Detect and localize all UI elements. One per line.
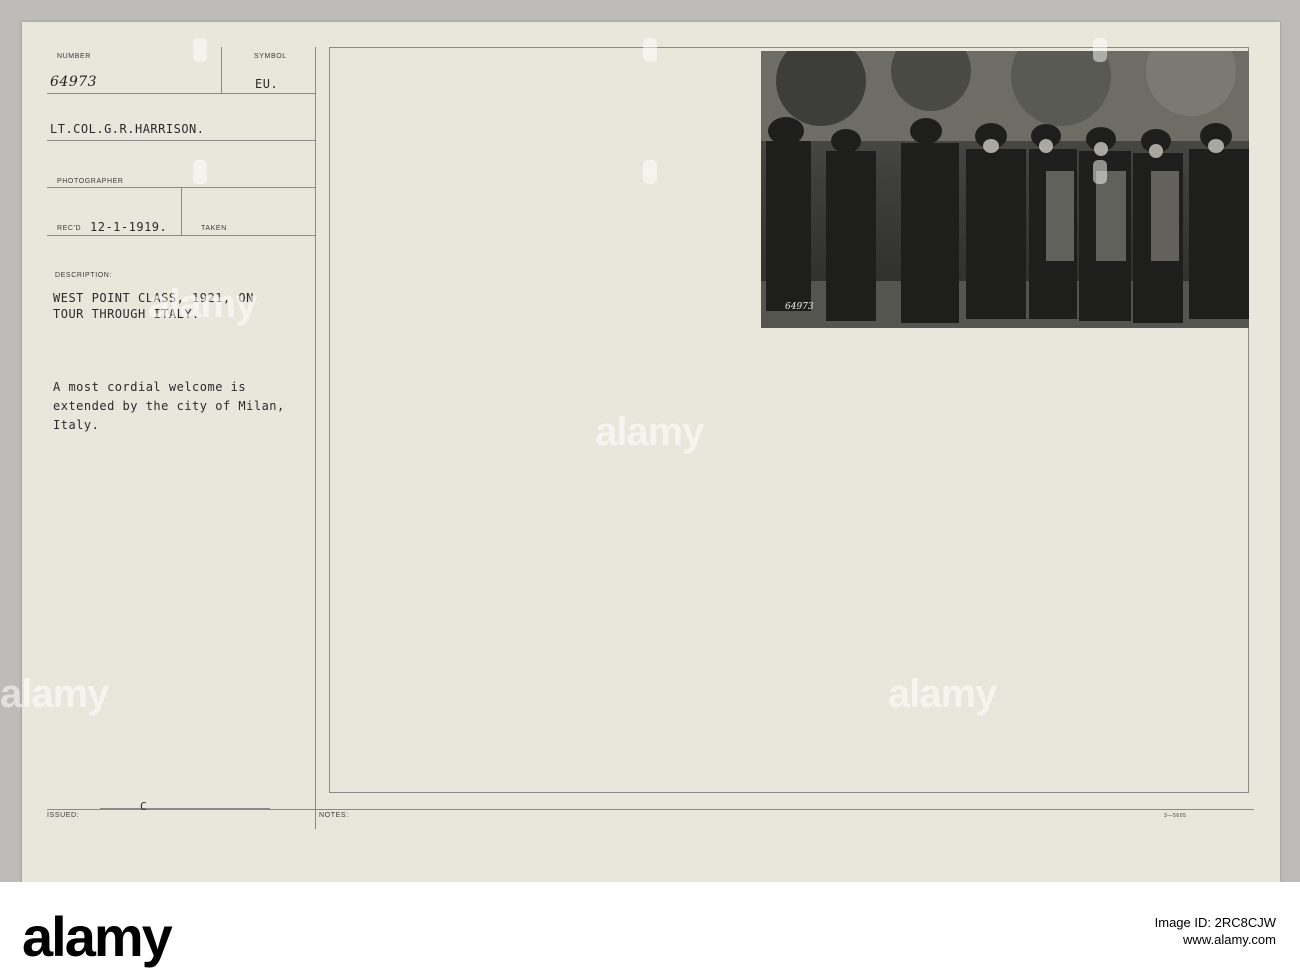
notes-label: NOTES:	[319, 812, 349, 819]
watermark-dot	[643, 160, 657, 184]
symbol-label: SYMBOL	[254, 53, 287, 60]
number-value: 64973	[50, 74, 98, 90]
symbol-value: EU.	[255, 77, 279, 91]
watermark: alamy	[595, 410, 704, 454]
watermark-dot	[193, 38, 207, 62]
number-label: NUMBER	[57, 53, 91, 60]
recd-label: REC'D	[57, 225, 82, 232]
site-link[interactable]: www.alamy.com	[1155, 931, 1276, 948]
divider-number-symbol	[221, 47, 222, 93]
divider-left-column	[315, 47, 316, 829]
rule-bottom	[47, 809, 1254, 810]
description-text-line-2: extended by the city of Milan,	[53, 399, 285, 413]
negative-number: 64973	[785, 302, 814, 312]
recd-value: 12-1-1919.	[90, 220, 168, 234]
footer-bar	[0, 882, 1300, 973]
form-code: 3—5605	[1164, 813, 1187, 819]
alamy-logo: alamy	[22, 905, 173, 968]
footer-info: Image ID: 2RC8CJW www.alamy.com	[1155, 914, 1276, 948]
rule-number	[47, 93, 315, 94]
watermark-dot	[1093, 38, 1107, 62]
watermark: alamy	[148, 282, 257, 326]
photographer-name: LT.COL.G.R.HARRISON.	[50, 122, 205, 136]
description-text-line-3: Italy.	[53, 418, 100, 432]
watermark-dot	[1093, 160, 1107, 184]
rule-photographer	[47, 140, 315, 141]
issued-label: ISSUED:	[47, 812, 80, 819]
watermark-dot	[643, 38, 657, 62]
watermark-dot	[193, 160, 207, 184]
issued-value: C	[140, 800, 148, 813]
photographer-label: PHOTOGRAPHER	[57, 178, 124, 185]
watermark: alamy	[888, 672, 997, 716]
taken-label: TAKEN	[201, 225, 227, 232]
watermark: alamy	[0, 672, 109, 716]
divider-recd-taken	[181, 187, 182, 235]
description-label: DESCRIPTION:	[55, 272, 112, 279]
description-text-line-1: A most cordial welcome is	[53, 380, 247, 394]
rule-recd	[47, 235, 315, 236]
photograph	[761, 51, 1249, 328]
image-id: Image ID: 2RC8CJW	[1154, 915, 1276, 930]
